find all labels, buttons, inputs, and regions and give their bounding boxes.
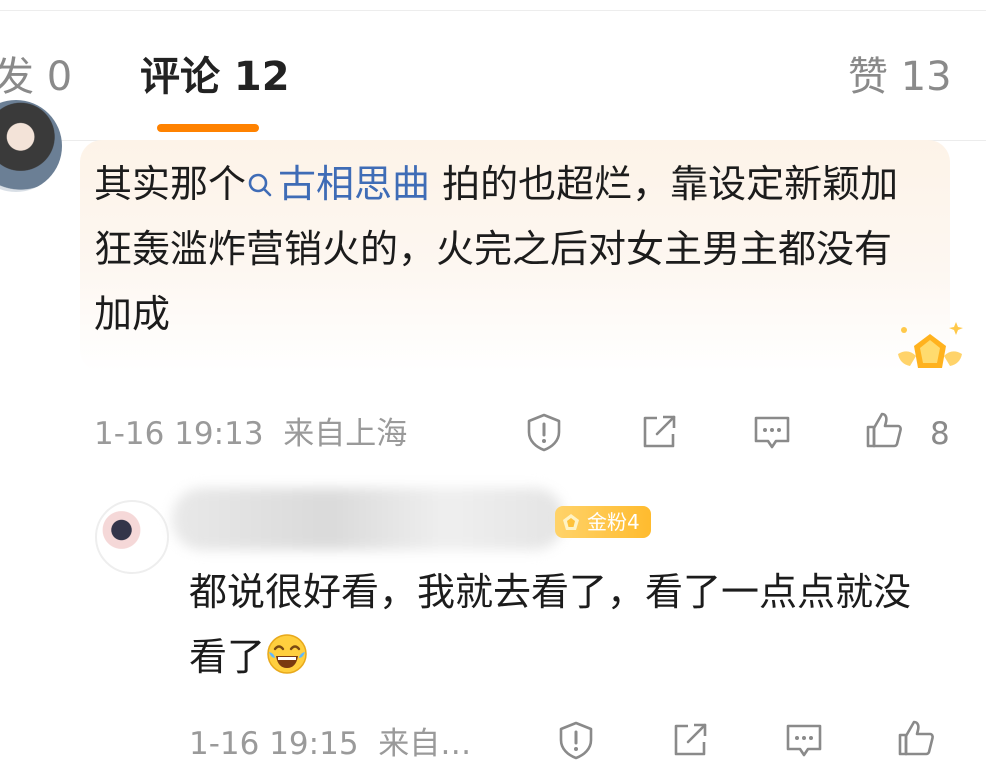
tab-comments[interactable]: 评论 12 <box>140 52 290 102</box>
laugh-cry-emoji-icon <box>267 634 307 674</box>
like-count: 8 <box>930 416 950 452</box>
reply-location: 来自… <box>378 726 472 762</box>
share-icon[interactable] <box>639 412 679 452</box>
like-icon[interactable] <box>896 718 936 758</box>
fan-level-badge[interactable]: 金粉4 <box>555 506 651 538</box>
reply-text: 都说很好看，我就去看了，看了一点点就没看了 <box>189 560 929 690</box>
comment-text: 其实那个 古相思曲 拍的也超烂，靠设定新颖加狂轰滥炸营销火的，火完之后对女主男主都… <box>94 152 924 347</box>
reply-time: 1-16 19:15 <box>189 726 359 762</box>
fan-badge-label: 金粉4 <box>587 510 640 534</box>
tab-likes[interactable]: 赞 13 <box>848 52 952 102</box>
reply-icon[interactable] <box>784 720 824 760</box>
comment-location: 来自上海 <box>283 416 408 452</box>
search-icon <box>248 173 272 197</box>
commenter-avatar[interactable] <box>0 100 62 192</box>
reply-avatar[interactable] <box>95 500 169 574</box>
share-icon[interactable] <box>670 720 710 760</box>
tab-repost[interactable]: 发 0 <box>0 52 72 102</box>
report-icon[interactable] <box>556 720 596 760</box>
top-divider <box>0 10 986 11</box>
reply-meta: 1-16 19:15 来自… <box>189 724 471 764</box>
comment-meta: 1-16 19:13 来自上海 <box>94 414 407 454</box>
comment-time: 1-16 19:13 <box>94 416 264 452</box>
active-tab-indicator <box>157 124 259 132</box>
crown-badge-icon <box>898 322 963 368</box>
blurred-username[interactable] <box>172 488 564 550</box>
like-icon[interactable] <box>864 410 904 450</box>
report-icon[interactable] <box>524 412 564 452</box>
comment-text-start: 其实那个 <box>94 162 247 206</box>
topic-label: 古相思曲 <box>278 162 431 206</box>
topic-link[interactable]: 古相思曲 <box>246 162 430 206</box>
reply-icon[interactable] <box>752 412 792 452</box>
crown-icon <box>563 514 579 530</box>
